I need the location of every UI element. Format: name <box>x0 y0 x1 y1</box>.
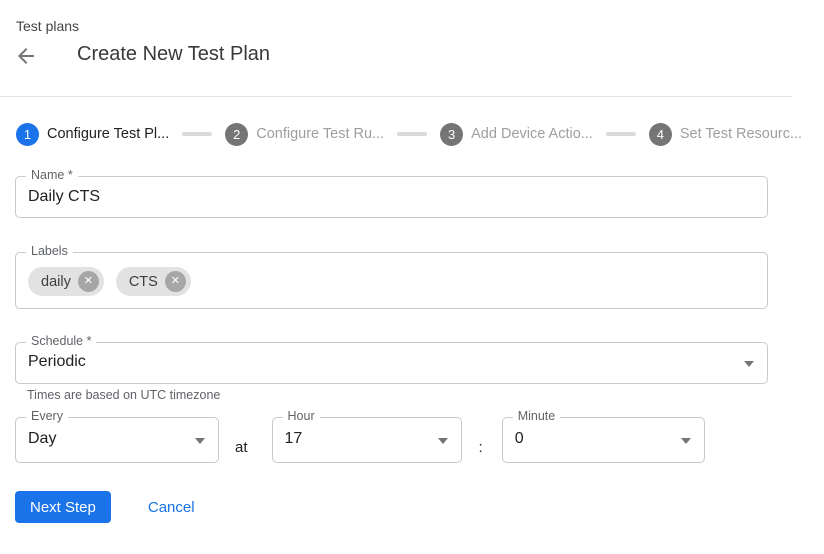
step-number-badge: 4 <box>649 123 672 146</box>
stepper-connector <box>182 132 212 136</box>
form-actions: Next Step Cancel <box>15 491 195 523</box>
page-title: Create New Test Plan <box>77 43 270 66</box>
step-number-badge: 1 <box>16 123 39 146</box>
stepper-connector <box>397 132 427 136</box>
label-chip-cts: CTS ✕ <box>116 267 191 296</box>
chevron-down-icon <box>438 438 448 444</box>
step-number-badge: 3 <box>440 123 463 146</box>
timezone-helper-text: Times are based on UTC timezone <box>27 388 220 402</box>
breadcrumb: Test plans <box>16 18 79 34</box>
stepper: 1 Configure Test Pl... 2 Configure Test … <box>16 122 802 146</box>
labels-field[interactable]: Labels daily ✕ CTS ✕ <box>15 252 768 309</box>
stepper-connector <box>606 132 636 136</box>
cancel-button[interactable]: Cancel <box>148 499 195 516</box>
stepper-step-configure-test-run[interactable]: 2 Configure Test Ru... <box>225 123 384 146</box>
chip-row: daily ✕ CTS ✕ <box>16 253 767 310</box>
step-label: Configure Test Pl... <box>47 126 169 142</box>
step-number-badge: 2 <box>225 123 248 146</box>
chevron-down-icon <box>195 438 205 444</box>
hour-selected-value: 17 <box>273 418 461 460</box>
every-field-label: Every <box>26 409 68 423</box>
schedule-field-label: Schedule * <box>26 334 96 348</box>
colon-text: : <box>479 439 483 463</box>
hour-field-label: Hour <box>283 409 320 423</box>
header-divider <box>0 96 792 97</box>
create-test-plan-page: Test plans Create New Test Plan 1 Config… <box>0 0 824 554</box>
minute-field-label: Minute <box>513 409 561 423</box>
chip-text: CTS <box>129 274 158 290</box>
chip-remove-icon[interactable]: ✕ <box>78 271 99 292</box>
labels-field-label: Labels <box>26 244 73 258</box>
label-chip-daily: daily ✕ <box>28 267 104 296</box>
back-button[interactable] <box>14 42 42 70</box>
every-select[interactable]: Every Day <box>15 417 219 463</box>
step-label: Add Device Actio... <box>471 126 593 142</box>
periodic-time-row: Every Day at Hour 17 : Minute 0 <box>15 417 705 463</box>
name-input[interactable] <box>16 177 767 217</box>
step-label: Set Test Resourc... <box>680 126 802 142</box>
stepper-step-add-device-actions[interactable]: 3 Add Device Actio... <box>440 123 593 146</box>
stepper-step-configure-test-plan[interactable]: 1 Configure Test Pl... <box>16 123 169 146</box>
schedule-select[interactable]: Schedule * Periodic <box>15 342 768 384</box>
minute-selected-value: 0 <box>503 418 704 460</box>
every-selected-value: Day <box>16 418 218 460</box>
stepper-step-set-test-resources[interactable]: 4 Set Test Resourc... <box>649 123 802 146</box>
next-step-button[interactable]: Next Step <box>15 491 111 523</box>
arrow-back-icon <box>14 44 42 68</box>
schedule-selected-value: Periodic <box>16 343 767 381</box>
minute-select[interactable]: Minute 0 <box>502 417 705 463</box>
chevron-down-icon <box>681 438 691 444</box>
name-field: Name * <box>15 176 768 218</box>
chip-remove-icon[interactable]: ✕ <box>165 271 186 292</box>
chip-text: daily <box>41 274 71 290</box>
at-text: at <box>235 439 248 463</box>
name-field-label: Name * <box>26 168 78 182</box>
chevron-down-icon <box>744 361 754 367</box>
step-label: Configure Test Ru... <box>256 126 384 142</box>
hour-select[interactable]: Hour 17 <box>272 417 462 463</box>
